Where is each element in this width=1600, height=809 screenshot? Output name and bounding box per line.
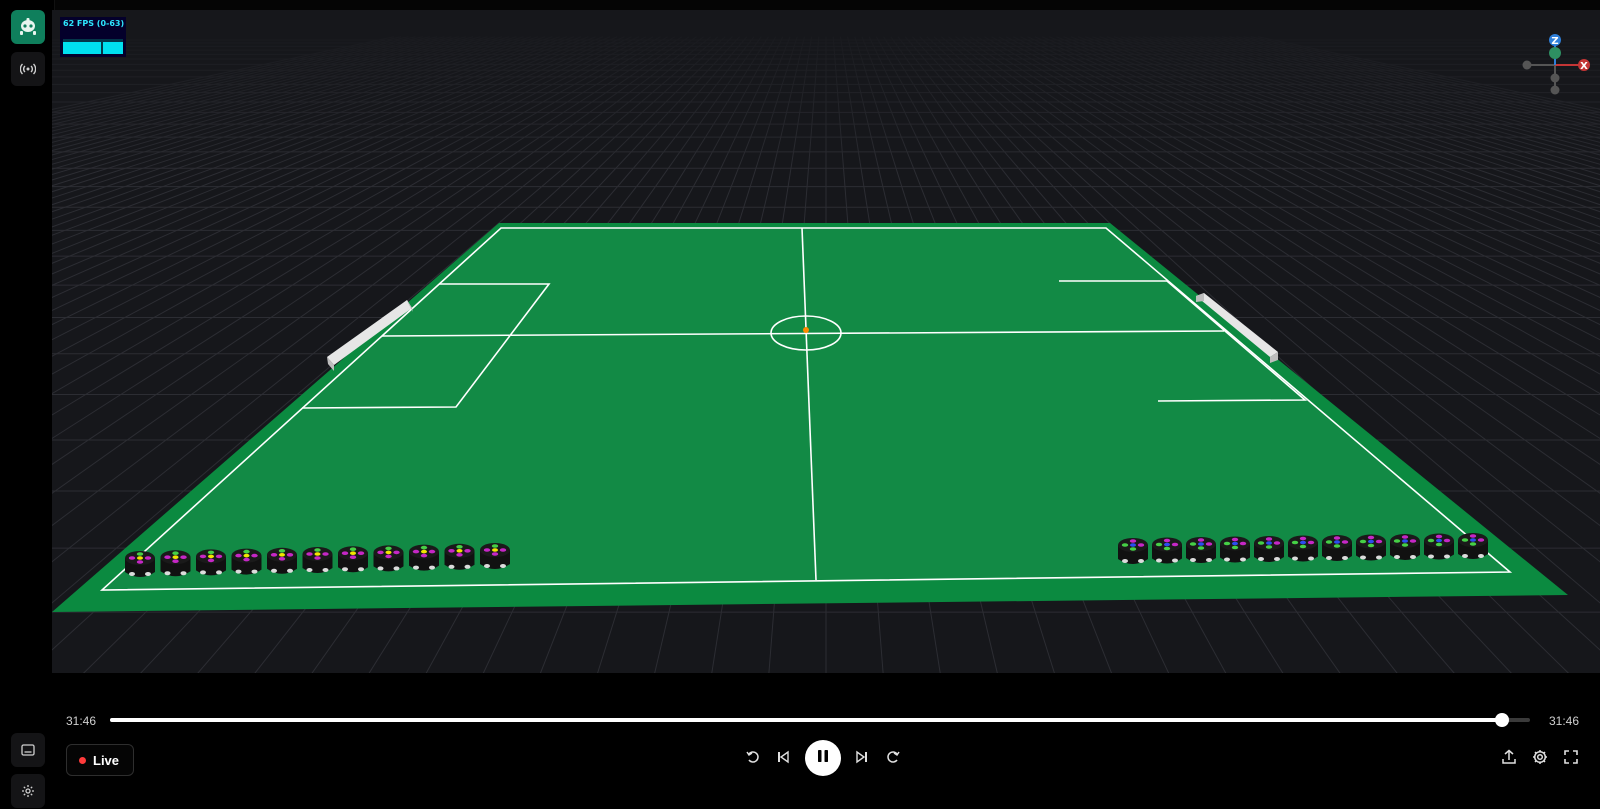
next-button[interactable] (850, 747, 874, 771)
robot-left-11 (480, 543, 510, 569)
timeline-progress (110, 718, 1502, 722)
fps-graph (63, 39, 123, 54)
field-surface (102, 228, 1510, 590)
robot-right-7 (1322, 535, 1352, 561)
robot-right-2 (1152, 537, 1182, 564)
pause-button[interactable] (805, 740, 841, 776)
robot-left-9 (409, 544, 439, 571)
robot-right-3 (1186, 537, 1216, 563)
gear-icon (1532, 749, 1548, 770)
robot-right-11 (1458, 533, 1488, 559)
sidebar (0, 0, 55, 809)
robot-left-4 (231, 548, 262, 575)
timeline-scrubber[interactable] (110, 713, 1530, 727)
broadcast-button[interactable] (11, 52, 45, 86)
robot-icon (17, 17, 39, 37)
robot-left-5 (267, 547, 297, 574)
robot-left-6 (302, 547, 333, 573)
fps-label: 62 FPS (0-63) (63, 19, 125, 28)
fps-meter: 62 FPS (0-63) (60, 17, 126, 57)
current-time: 31:46 (66, 714, 97, 728)
live-indicator-dot (79, 756, 86, 764)
pause-icon (816, 749, 830, 768)
settings-button[interactable] (11, 774, 45, 808)
rewind-button[interactable] (741, 747, 765, 771)
gizmo-z-label: Z (1551, 36, 1558, 47)
previous-button[interactable] (771, 747, 795, 771)
timeline-thumb[interactable] (1494, 713, 1509, 727)
robot-left-3 (196, 549, 226, 576)
robot-right-9 (1390, 534, 1420, 560)
axis-gizmo[interactable]: X Z (1510, 22, 1600, 102)
end-time: 31:46 (1549, 714, 1580, 728)
fullscreen-button[interactable] (1559, 747, 1583, 771)
robot-left-8 (373, 545, 404, 572)
robot-right-8 (1356, 534, 1386, 561)
panel-button[interactable] (11, 733, 45, 767)
viewer-settings-button[interactable] (1528, 747, 1552, 771)
robot-right-10 (1424, 533, 1454, 560)
live-label: Live (93, 752, 120, 768)
robot-right-4 (1220, 536, 1250, 563)
live-button[interactable]: Live (66, 744, 135, 776)
broadcast-icon (20, 62, 36, 76)
robot-left-7 (338, 546, 368, 573)
gear-icon (21, 784, 35, 798)
robot-left-10 (444, 543, 475, 570)
skip-forward-icon (855, 750, 869, 769)
robot-right-6 (1288, 535, 1318, 562)
robot-right-5 (1254, 536, 1284, 562)
upload-icon (1501, 749, 1517, 770)
rotate-right-icon (885, 749, 901, 770)
field-scene (52, 10, 1600, 673)
fullscreen-icon (1563, 749, 1579, 770)
robot-left-2 (160, 550, 191, 577)
ball (803, 327, 809, 333)
app-root: 62 FPS (0-63) X Z 31:46 31:46 Live (0, 0, 1600, 809)
export-button[interactable] (1497, 747, 1521, 771)
panel-icon (21, 744, 35, 756)
3d-viewport[interactable]: 62 FPS (0-63) X Z (52, 10, 1600, 673)
app-logo-button[interactable] (11, 10, 45, 44)
gizmo-x-label: X (1580, 61, 1588, 72)
rotate-left-icon (745, 749, 761, 770)
robot-right-1 (1118, 538, 1148, 564)
skip-back-icon (776, 750, 790, 769)
fast-forward-button[interactable] (881, 747, 905, 771)
robot-left-1 (125, 551, 155, 577)
